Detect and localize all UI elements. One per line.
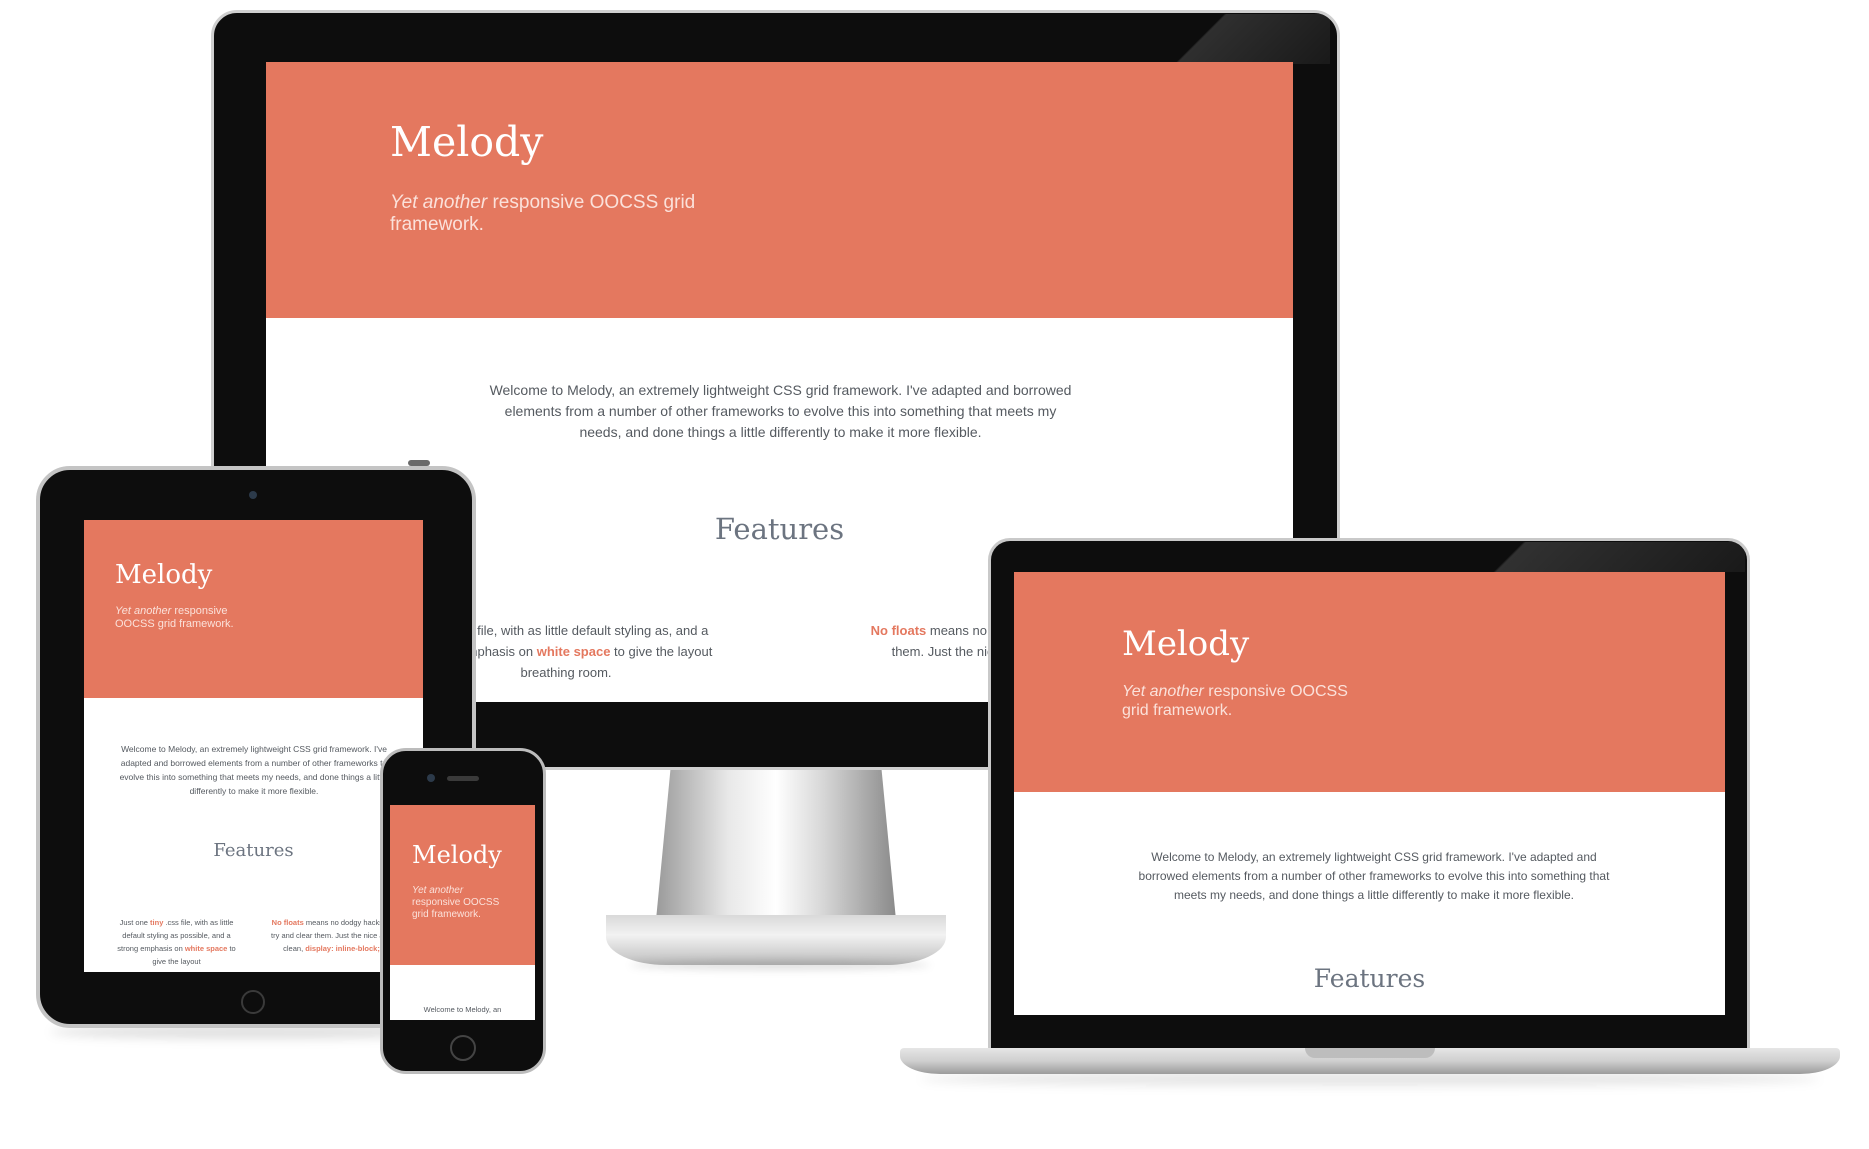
desktop-tagline: Yet another responsive OOCSS grid framew… xyxy=(390,192,700,236)
tablet-hero: Melody Yet another responsive OOCSS grid… xyxy=(84,520,423,698)
phone-tagline: Yet another responsive OOCSS grid framew… xyxy=(412,885,507,921)
feature-highlight: white space xyxy=(184,944,228,953)
laptop-trackpad-notch xyxy=(1305,1048,1435,1058)
desktop-hero: Melody Yet another responsive OOCSS grid… xyxy=(266,62,1293,318)
desktop-intro: Welcome to Melody, an extremely lightwei… xyxy=(489,382,1072,440)
feature-highlight: No floats xyxy=(870,623,927,638)
monitor-stand-neck xyxy=(656,770,896,920)
laptop-hero: Melody Yet another responsive OOCSS grid… xyxy=(1014,572,1725,792)
tablet-intro: Welcome to Melody, an extremely lightwei… xyxy=(119,744,389,796)
phone-hero: Melody Yet another responsive OOCSS grid… xyxy=(390,805,535,965)
laptop-intro: Welcome to Melody, an extremely lightwei… xyxy=(1138,850,1610,902)
phone-site-title: Melody xyxy=(412,841,502,869)
tablet-feature-2: No floats means no dodgy hacks to try an… xyxy=(269,916,394,955)
tablet-tagline: Yet another responsive OOCSS grid framew… xyxy=(115,605,245,631)
monitor-shadow xyxy=(630,960,930,970)
laptop-shadow xyxy=(920,1072,1820,1086)
tagline-emphasis: Yet another xyxy=(390,192,488,213)
laptop-site-title: Melody xyxy=(1122,624,1250,664)
desktop-site-title: Melody xyxy=(390,118,544,166)
laptop-screen: Melody Yet another responsive OOCSS grid… xyxy=(1014,572,1725,1015)
laptop-gloss xyxy=(1460,542,1745,572)
feature-highlight: No floats xyxy=(271,918,304,927)
tablet-feature-1: Just one tiny .css file, with as little … xyxy=(114,916,239,968)
feature-text: Just one xyxy=(119,918,151,927)
phone-home-button xyxy=(450,1035,476,1061)
tagline-text: responsive OOCSS grid framework. xyxy=(412,897,500,920)
feature-highlight: display: inline-block; xyxy=(305,944,380,953)
tablet-home-button xyxy=(241,990,265,1014)
phone-camera-icon xyxy=(427,774,435,782)
feature-highlight: white space xyxy=(536,644,611,659)
phone-screen: Melody Yet another responsive OOCSS grid… xyxy=(390,805,535,1020)
phone-intro: Welcome to Melody, an xyxy=(423,1005,502,1014)
tagline-emphasis: Yet another xyxy=(412,885,464,896)
tablet-features-heading: Features xyxy=(213,840,294,861)
tagline-emphasis: Yet another xyxy=(1122,683,1204,700)
laptop-tagline: Yet another responsive OOCSS grid framew… xyxy=(1122,682,1352,720)
monitor-gloss xyxy=(1120,14,1330,64)
feature-text: .css file, with as little default stylin… xyxy=(446,623,669,638)
tablet-camera-icon xyxy=(249,491,257,499)
monitor-stand-foot xyxy=(606,915,946,965)
tablet-site-title: Melody xyxy=(115,560,213,590)
tablet-screen: Melody Yet another responsive OOCSS grid… xyxy=(84,520,423,972)
phone-speaker xyxy=(447,776,479,781)
laptop-features-heading: Features xyxy=(1313,964,1426,993)
tagline-emphasis: Yet another xyxy=(115,605,172,617)
feature-highlight: tiny xyxy=(150,918,164,927)
